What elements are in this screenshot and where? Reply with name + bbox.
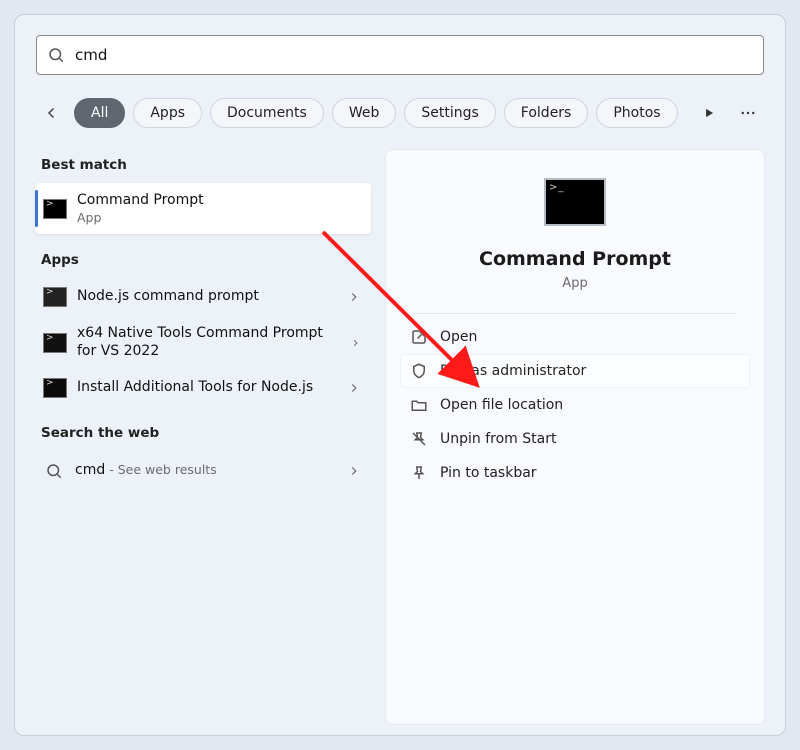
chevron-right-icon <box>347 290 361 304</box>
filter-pill-photos[interactable]: Photos <box>596 98 677 128</box>
cmd-icon <box>43 333 67 353</box>
more-button[interactable] <box>732 95 763 131</box>
start-search-window: All Apps Documents WebSettings FoldersPhotos… <box>14 14 786 736</box>
result-title: Node.js command prompt <box>77 288 259 306</box>
cmd-icon <box>43 378 67 398</box>
web-hint: See web results <box>118 462 217 477</box>
search-icon <box>43 460 65 482</box>
result-app[interactable]: x64 Native Tools Command Prompt for VS 2… <box>35 316 371 369</box>
filter-pill-documents[interactable]: Documents <box>210 98 324 128</box>
filter-pill-folders[interactable]: Folders <box>504 98 589 128</box>
results-column: Best match Command Prompt App Apps Node.… <box>35 149 371 725</box>
cmd-icon <box>43 199 67 219</box>
action-open[interactable]: Open <box>400 320 750 354</box>
detail-subtitle: App <box>562 276 587 291</box>
open-icon <box>410 328 428 346</box>
shield-icon <box>410 362 428 380</box>
app-thumbnail <box>544 178 606 226</box>
filter-pill-all[interactable]: All <box>74 98 125 128</box>
result-app[interactable]: Install Additional Tools for Node.js <box>35 369 371 407</box>
unpin-icon <box>410 430 428 448</box>
action-label: Pin to taskbar <box>440 465 537 481</box>
back-button[interactable] <box>37 96 66 130</box>
detail-panel: Command Prompt App Open Run as administr… <box>385 149 765 725</box>
action-run-admin[interactable]: Run as administrator <box>400 354 750 388</box>
result-title: Install Additional Tools for Node.js <box>77 379 313 397</box>
search-input[interactable] <box>75 46 753 64</box>
result-title: x64 Native Tools Command Prompt for VS 2… <box>77 325 340 360</box>
action-unpin-start[interactable]: Unpin from Start <box>400 422 750 456</box>
result-web-search[interactable]: cmd - See web results <box>35 451 371 491</box>
run-button[interactable] <box>694 95 725 131</box>
action-label: Open file location <box>440 397 563 413</box>
chevron-right-icon <box>350 336 361 350</box>
cmd-icon <box>43 287 67 307</box>
result-app[interactable]: Node.js command prompt <box>35 278 371 316</box>
chevron-right-icon <box>347 464 361 478</box>
filter-pill-web[interactable]: Web <box>332 98 397 128</box>
detail-title: Command Prompt <box>479 248 671 270</box>
folder-icon <box>410 396 428 414</box>
search-icon <box>47 46 65 64</box>
result-subtitle: App <box>77 210 204 226</box>
search-bar[interactable] <box>36 35 764 75</box>
section-apps: Apps <box>41 252 371 268</box>
action-label: Open <box>440 329 477 345</box>
result-title: Command Prompt <box>77 192 204 210</box>
action-label: Run as administrator <box>440 363 586 379</box>
pin-icon <box>410 464 428 482</box>
section-best-match: Best match <box>41 157 371 173</box>
action-pin-taskbar[interactable]: Pin to taskbar <box>400 456 750 490</box>
action-label: Unpin from Start <box>440 431 556 447</box>
filter-pill-apps[interactable]: Apps <box>133 98 202 128</box>
section-web: Search the web <box>41 425 371 441</box>
filter-pill-settings[interactable]: Settings <box>404 98 495 128</box>
filter-row: All Apps Documents WebSettings FoldersPhotos <box>35 95 765 149</box>
result-best-match[interactable]: Command Prompt App <box>35 183 371 234</box>
web-query: cmd <box>75 462 105 480</box>
chevron-right-icon <box>347 381 361 395</box>
action-open-location[interactable]: Open file location <box>400 388 750 422</box>
